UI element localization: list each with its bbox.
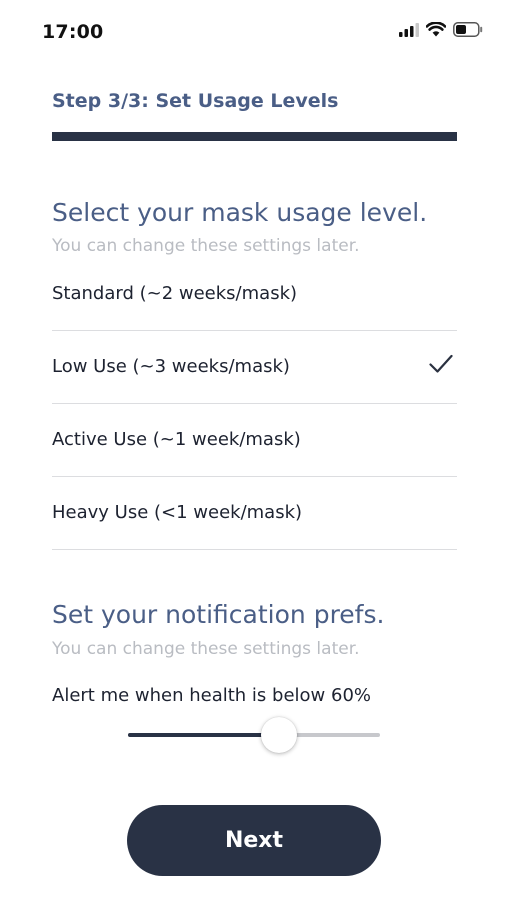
slider-fill (128, 733, 280, 737)
health-threshold-slider[interactable] (128, 716, 380, 754)
notification-section-subtitle: You can change these settings later. (52, 639, 360, 659)
alert-threshold-label: Alert me when health is below 60% (52, 685, 371, 706)
progress-fill (52, 132, 457, 141)
usage-section-subtitle: You can change these settings later. (52, 236, 360, 256)
slider-track[interactable] (128, 733, 380, 737)
progress-bar (52, 132, 457, 141)
usage-option-active-use[interactable]: Active Use (~1 week/mask) (52, 404, 457, 477)
usage-option-heavy-use[interactable]: Heavy Use (<1 week/mask) (52, 477, 457, 550)
status-bar: 17:00 (0, 0, 507, 62)
status-time: 17:00 (42, 21, 104, 43)
usage-option-label: Active Use (~1 week/mask) (52, 429, 301, 450)
notification-section-title: Set your notification prefs. (52, 600, 385, 629)
step-label: Step 3/3: Set Usage Levels (52, 90, 339, 112)
usage-option-label: Heavy Use (<1 week/mask) (52, 502, 303, 523)
usage-section-title: Select your mask usage level. (52, 198, 428, 227)
usage-options-list: Standard (~2 weeks/mask) Low Use (~3 wee… (52, 258, 457, 550)
usage-option-label: Low Use (~3 weeks/mask) (52, 356, 290, 377)
status-icons (399, 22, 483, 37)
usage-option-label: Standard (~2 weeks/mask) (52, 283, 298, 304)
wifi-icon (426, 22, 446, 37)
next-button[interactable]: Next (127, 805, 381, 876)
battery-icon (453, 22, 483, 37)
usage-option-low-use[interactable]: Low Use (~3 weeks/mask) (52, 331, 457, 404)
slider-thumb[interactable] (261, 717, 298, 753)
check-icon (429, 354, 453, 373)
usage-option-standard[interactable]: Standard (~2 weeks/mask) (52, 258, 457, 331)
signal-bars-icon (399, 22, 419, 37)
